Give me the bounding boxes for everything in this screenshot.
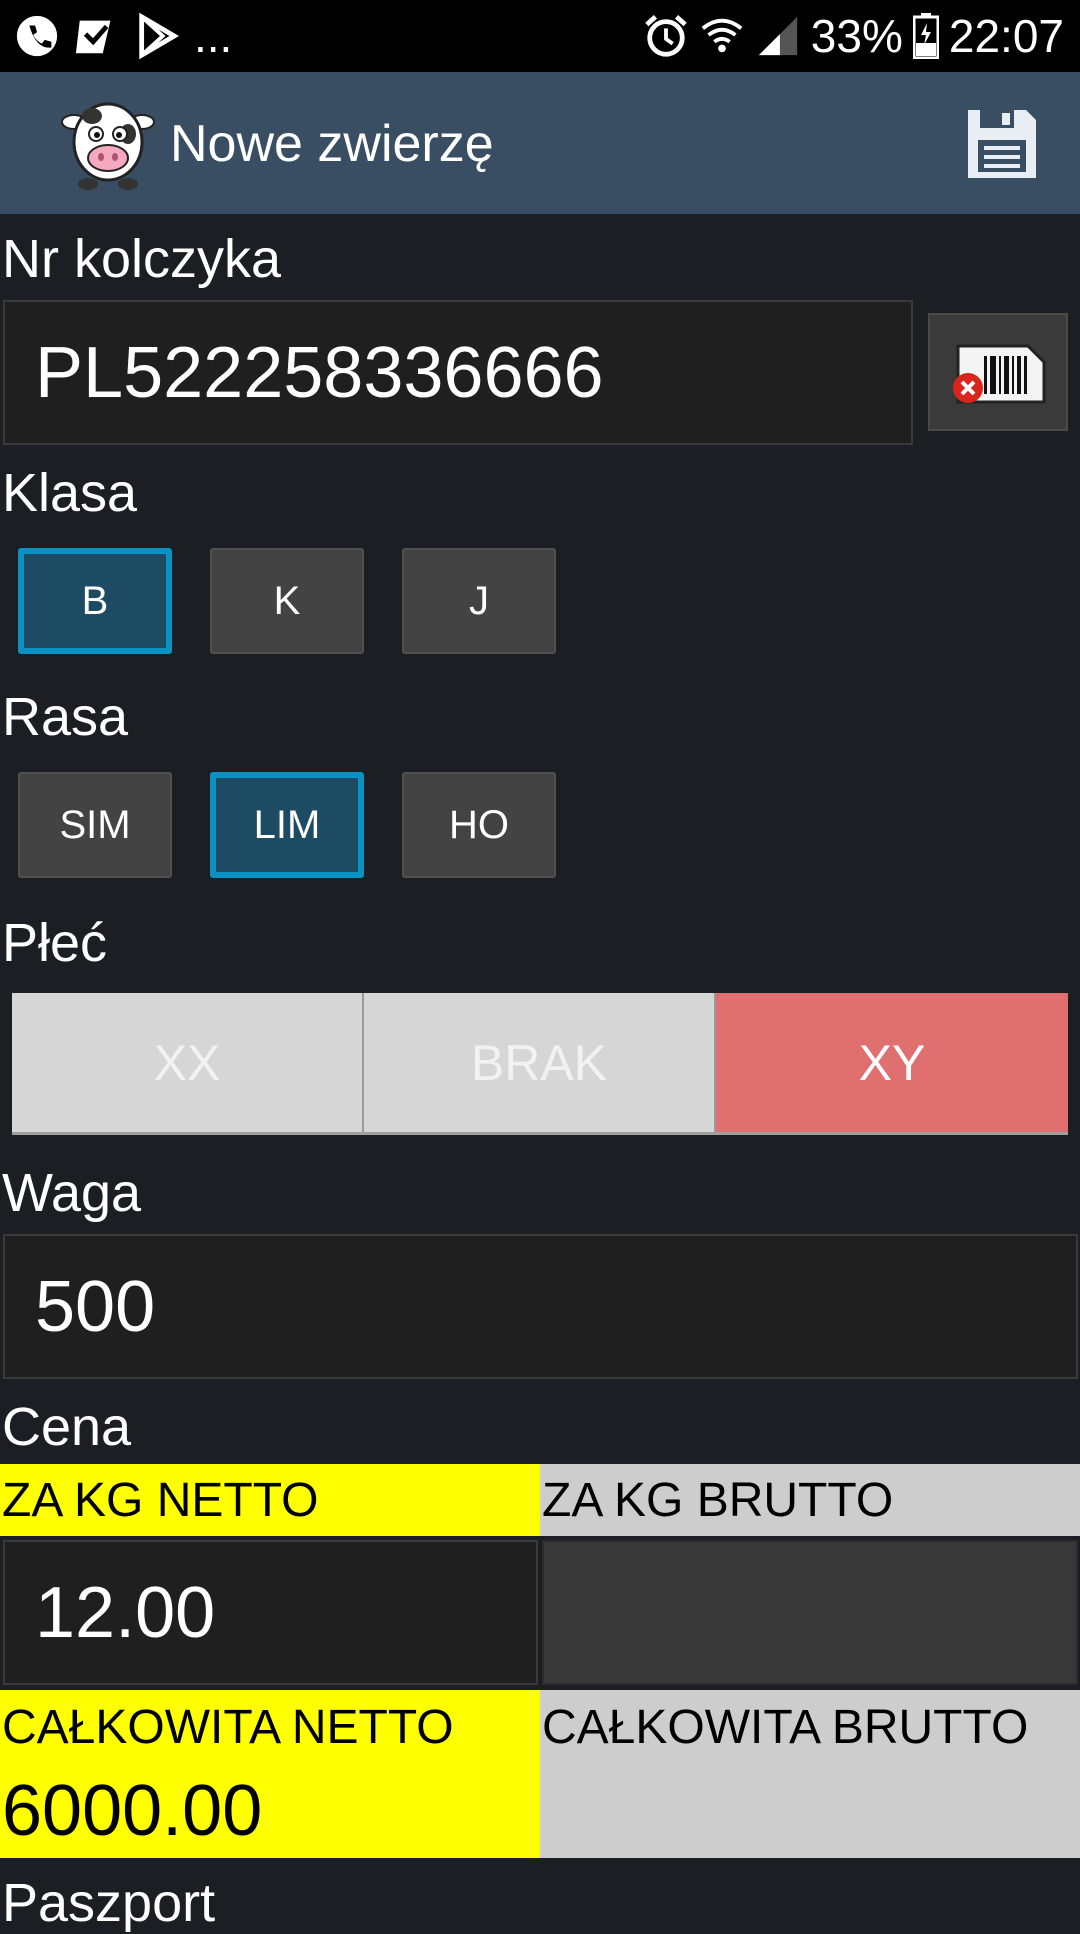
status-right: 33% 22:07 — [643, 10, 1064, 62]
weight-label: Waga — [2, 1163, 142, 1223]
total-gross-panel: CAŁKOWITA BRUTTO — [540, 1690, 1080, 1858]
breed-label: Rasa — [2, 687, 129, 747]
play-store-icon — [139, 13, 179, 59]
class-option-j[interactable]: J — [402, 548, 556, 654]
class-option-b[interactable]: B — [18, 548, 172, 654]
passport-label: Paszport — [2, 1873, 216, 1933]
battery-percent: 33% — [810, 10, 903, 62]
total-net-value: 6000.00 — [2, 1771, 263, 1851]
total-gross-label: CAŁKOWITA BRUTTO — [542, 1701, 1029, 1754]
per-kg-gross-input[interactable] — [542, 1540, 1078, 1685]
sex-option-brak[interactable]: BRAK — [364, 993, 716, 1135]
total-net-panel: CAŁKOWITA NETTO 6000.00 — [0, 1690, 540, 1858]
total-net-label: CAŁKOWITA NETTO — [2, 1701, 454, 1754]
wifi-icon — [701, 18, 743, 53]
per-kg-gross-label: ZA KG BRUTTO — [540, 1464, 1080, 1536]
per-kg-net-label: ZA KG NETTO — [0, 1464, 540, 1536]
cow-icon[interactable] — [58, 92, 158, 192]
app-bar: Nowe zwierzę — [0, 72, 1080, 214]
check-icon — [75, 20, 111, 54]
page-title: Nowe zwierzę — [170, 115, 494, 173]
price-label: Cena — [2, 1397, 132, 1457]
barcode-scan-icon — [953, 344, 1046, 404]
sex-label: Płeć — [2, 913, 108, 973]
clock: 22:07 — [948, 10, 1064, 62]
save-icon[interactable] — [964, 106, 1040, 182]
breed-option-lim[interactable]: LIM — [210, 772, 364, 878]
class-option-k[interactable]: K — [210, 548, 364, 654]
weight-input[interactable]: 500 — [3, 1234, 1078, 1379]
class-label: Klasa — [2, 463, 138, 523]
status-left: ... — [14, 10, 232, 62]
sex-option-xy[interactable]: XY — [716, 993, 1068, 1135]
ear-tag-input[interactable]: PL522258336666 — [3, 300, 913, 445]
signal-icon — [758, 16, 797, 56]
alarm-icon — [645, 15, 687, 57]
per-kg-net-input[interactable]: 12.00 — [3, 1540, 538, 1685]
breed-option-ho[interactable]: HO — [402, 772, 556, 878]
ear-tag-label: Nr kolczyka — [2, 229, 282, 289]
battery-icon — [912, 13, 939, 59]
breed-option-sim[interactable]: SIM — [18, 772, 172, 878]
status-bar: ... 33% 22:07 — [0, 0, 1080, 72]
more-notifications: ... — [194, 10, 233, 62]
sex-option-xx[interactable]: XX — [12, 993, 364, 1135]
phone-icon — [16, 15, 58, 57]
scan-button[interactable] — [928, 313, 1068, 431]
